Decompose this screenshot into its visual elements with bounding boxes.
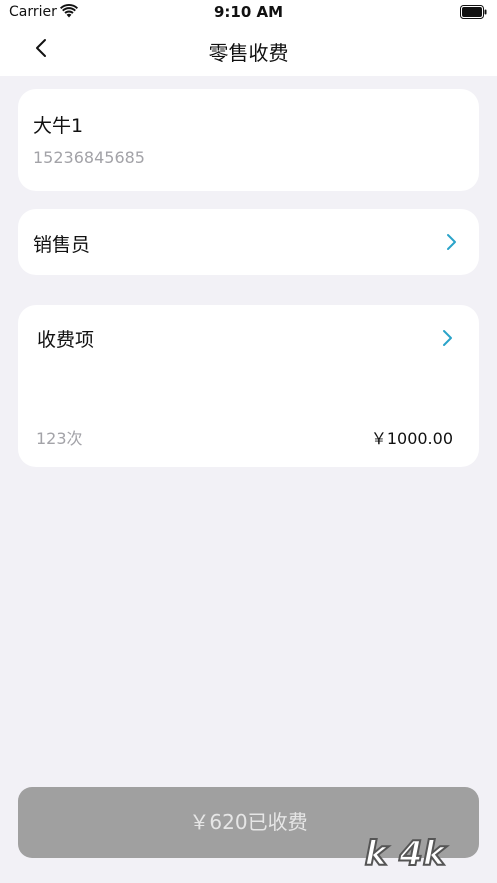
watermark-logo: k 4k (364, 833, 449, 875)
customer-card: 大牛1 15236845685 (18, 89, 479, 191)
chevron-right-icon (447, 234, 456, 250)
status-bar: Carrier 9:10 AM (0, 0, 497, 26)
customer-name: 大牛1 (33, 115, 84, 137)
charge-items-label: 收费项 (37, 329, 95, 351)
charge-item-price: ￥1000.00 (370, 429, 453, 448)
page-title: 零售收费 (208, 41, 289, 65)
charge-items-card: 收费项 123次 ￥1000.00 (18, 305, 479, 467)
salesperson-label: 销售员 (33, 234, 91, 256)
status-time: 9:10 AM (213, 3, 284, 21)
battery-icon (460, 5, 487, 19)
charge-items-row[interactable]: 收费项 (18, 305, 479, 369)
salesperson-row[interactable]: 销售员 (18, 209, 479, 275)
watermark-text: k 4k (365, 834, 448, 874)
navigation-bar: 零售收费 (0, 26, 497, 76)
charge-item-count: 123次 (36, 429, 83, 448)
customer-phone: 15236845685 (33, 148, 145, 167)
chevron-right-icon (443, 330, 452, 346)
